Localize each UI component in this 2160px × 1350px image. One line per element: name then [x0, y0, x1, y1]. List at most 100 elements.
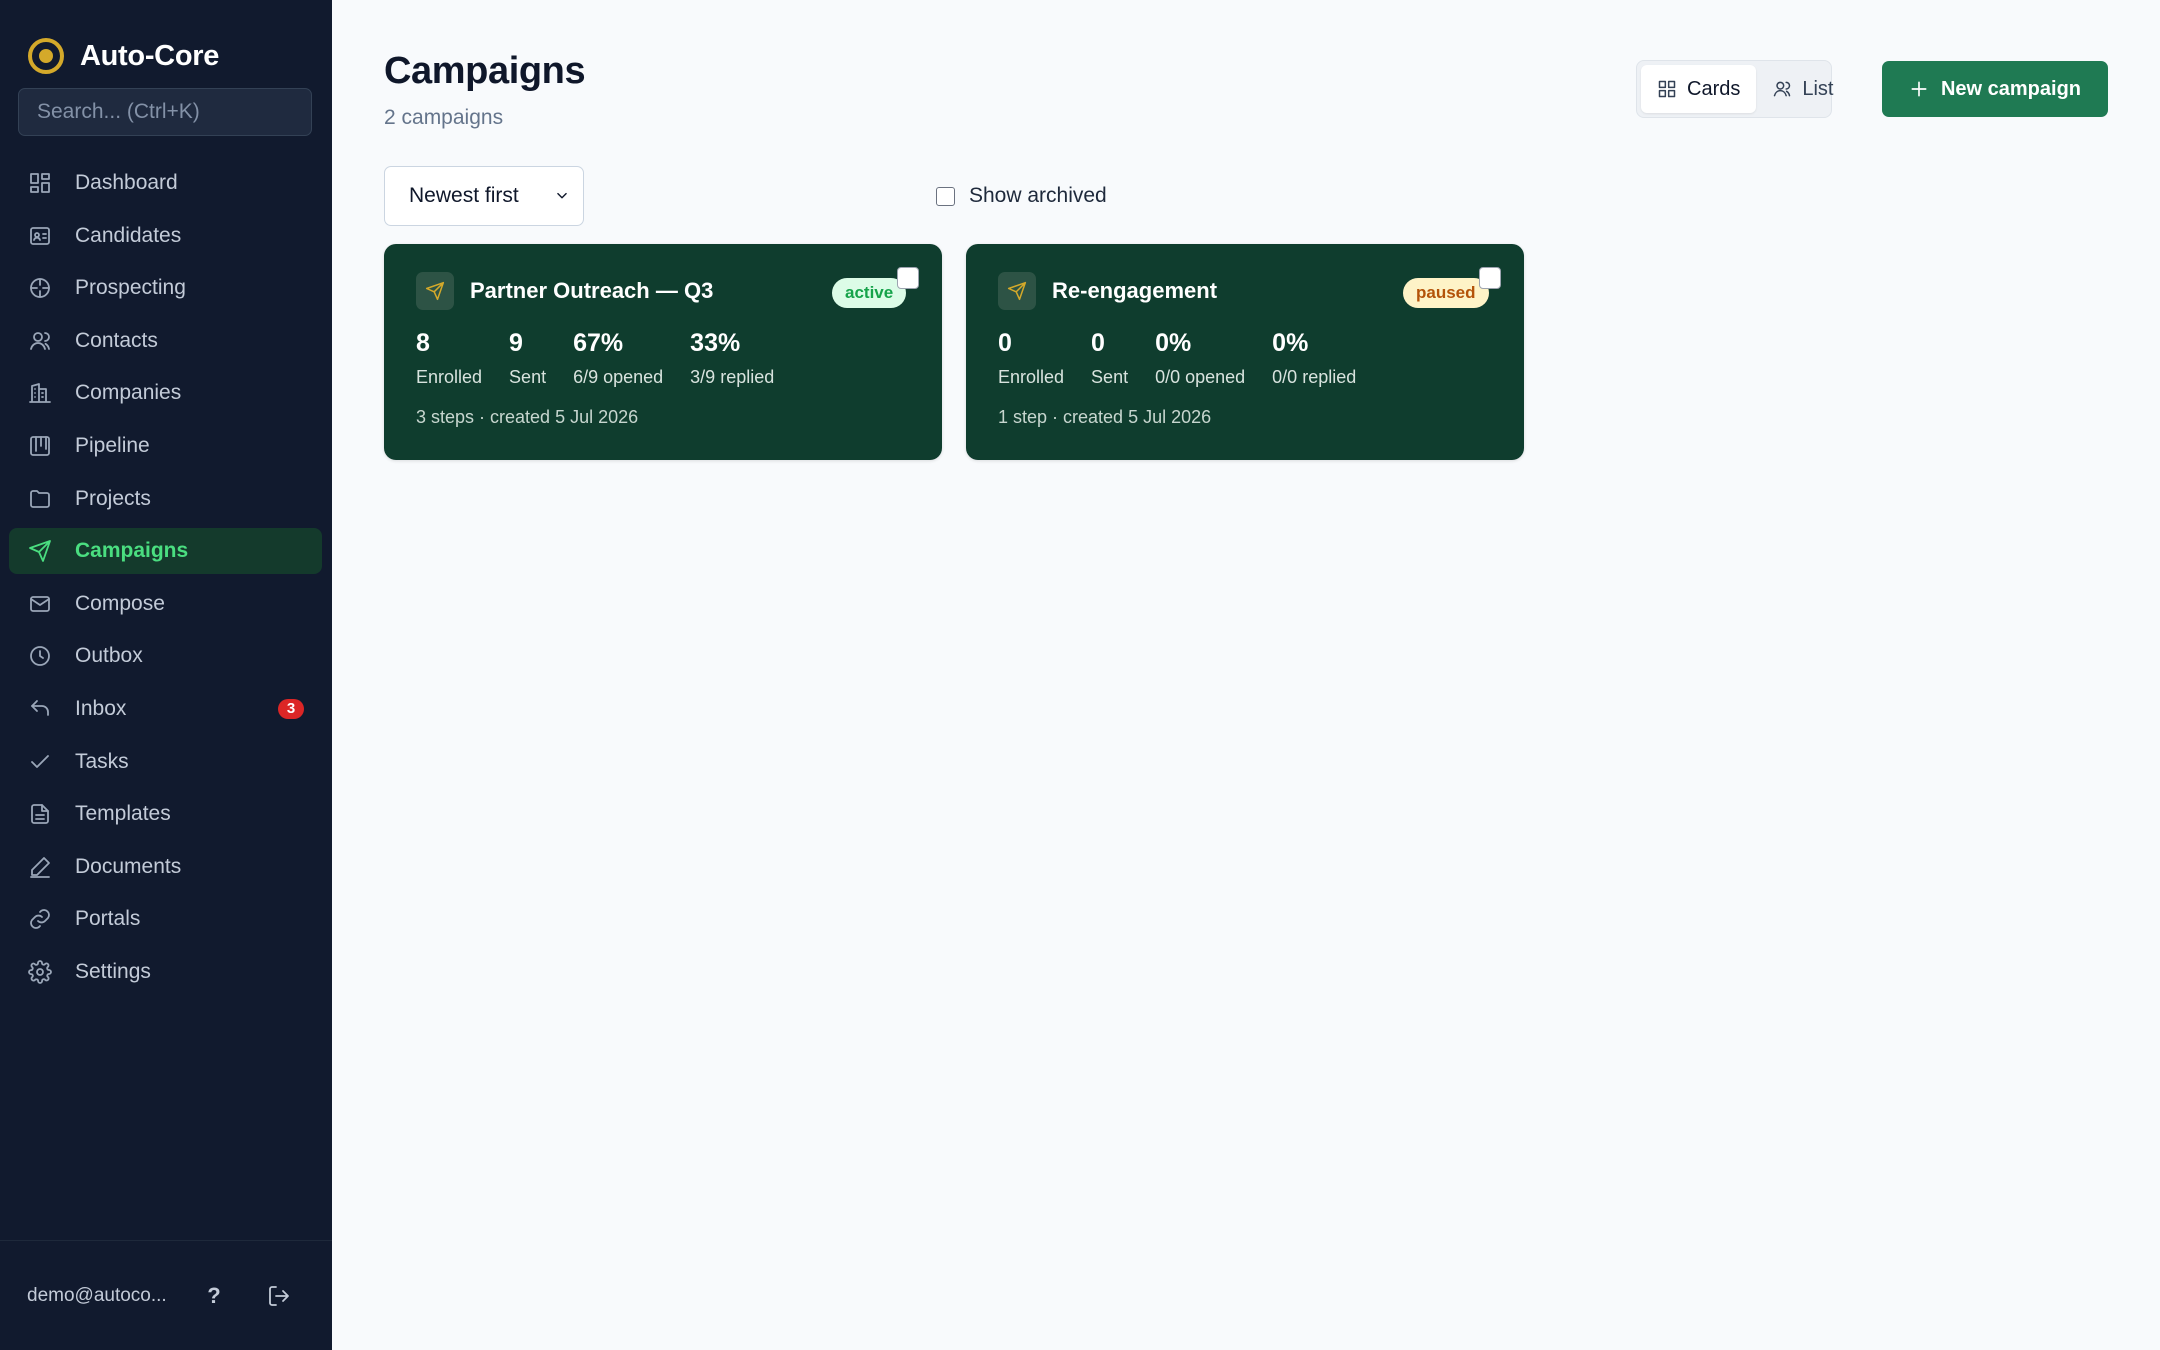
- new-campaign-label: New campaign: [1940, 77, 2082, 100]
- user-email[interactable]: demo@autoco...: [27, 1285, 177, 1307]
- building-icon: [27, 380, 53, 406]
- brand-name: Auto-Core: [80, 39, 220, 72]
- inbox-count-badge: 3: [278, 698, 304, 719]
- sidebar-item-outbox[interactable]: Outbox: [9, 633, 322, 679]
- dashboard-icon: [27, 170, 53, 196]
- stat-replied: 33% 3/9 replied: [690, 329, 775, 388]
- stat-enrolled: 8 Enrolled: [416, 329, 483, 388]
- sidebar-footer: demo@autoco... ?: [0, 1240, 332, 1350]
- stat-label: Sent: [509, 366, 547, 387]
- sidebar-item-label: Templates: [75, 802, 171, 826]
- campaign-card-header: Re-engagement: [998, 272, 1217, 310]
- status-badge: active: [832, 278, 907, 308]
- view-cards-button[interactable]: Cards: [1641, 65, 1757, 113]
- sidebar-item-inbox[interactable]: Inbox 3: [9, 686, 322, 732]
- stat-enrolled: 0 Enrolled: [998, 329, 1065, 388]
- sidebar-item-prospecting[interactable]: Prospecting: [9, 265, 322, 311]
- page-title: Campaigns: [384, 50, 586, 92]
- campaign-select-checkbox[interactable]: [1479, 267, 1501, 289]
- stat-sent: 0 Sent: [1091, 329, 1129, 388]
- check-icon: [27, 749, 53, 775]
- sidebar-item-templates[interactable]: Templates: [9, 791, 322, 837]
- brand[interactable]: Auto-Core: [0, 0, 332, 86]
- sort-select[interactable]: Newest first: [384, 166, 584, 226]
- sidebar-item-campaigns[interactable]: Campaigns: [9, 528, 322, 575]
- file-icon: [27, 801, 53, 827]
- mail-icon: [27, 591, 53, 617]
- campaign-name: Partner Outreach — Q3: [470, 278, 714, 303]
- send-icon: [416, 272, 454, 310]
- stat-label: Enrolled: [998, 366, 1065, 387]
- new-campaign-button[interactable]: New campaign: [1882, 61, 2108, 117]
- id-card-icon: [27, 223, 53, 249]
- folder-icon: [27, 486, 53, 512]
- sidebar: Auto-Core Dashboard Candidates Prospecti…: [0, 0, 332, 1350]
- sidebar-item-dashboard[interactable]: Dashboard: [9, 160, 322, 206]
- campaign-card-header: Partner Outreach — Q3: [416, 272, 713, 310]
- campaign-name: Re-engagement: [1052, 278, 1218, 303]
- plus-icon: [1911, 81, 1927, 97]
- crosshair-icon: [27, 275, 53, 301]
- sidebar-item-label: Outbox: [75, 644, 143, 668]
- logout-button[interactable]: [267, 1283, 293, 1309]
- main-content: Campaigns 2 campaigns Cards List New cam…: [332, 0, 2160, 1350]
- campaign-select-checkbox[interactable]: [897, 267, 919, 289]
- grid-icon: [1658, 80, 1676, 98]
- chevron-down-icon: [557, 192, 567, 199]
- sidebar-nav: Dashboard Candidates Prospecting Contact…: [0, 160, 332, 1002]
- clock-icon: [27, 643, 53, 669]
- search-input[interactable]: [18, 88, 312, 136]
- send-icon: [998, 272, 1036, 310]
- brand-logo-icon: [28, 38, 64, 74]
- sidebar-item-label: Compose: [75, 591, 165, 615]
- campaign-meta: 3 steps · created 5 Jul 2026: [416, 407, 639, 427]
- stat-sent: 9 Sent: [509, 329, 547, 388]
- stat-value: 9: [509, 329, 523, 357]
- campaign-card[interactable]: Re-engagement paused 0 Enrolled 0 Sent 0…: [966, 244, 1524, 460]
- stat-label: 6/9 opened: [573, 366, 664, 387]
- stat-value: 0%: [1155, 329, 1192, 357]
- stat-value: 8: [416, 329, 430, 357]
- sidebar-item-label: Candidates: [75, 223, 182, 247]
- sidebar-item-label: Pipeline: [75, 433, 150, 457]
- sidebar-item-documents[interactable]: Documents: [9, 844, 322, 890]
- stat-value: 67%: [573, 329, 624, 357]
- sidebar-item-projects[interactable]: Projects: [9, 476, 322, 522]
- sidebar-item-label: Projects: [75, 486, 151, 510]
- pen-icon: [27, 854, 53, 880]
- sidebar-item-compose[interactable]: Compose: [9, 581, 322, 627]
- stat-value: 0%: [1272, 329, 1309, 357]
- sidebar-item-pipeline[interactable]: Pipeline: [9, 423, 322, 469]
- sidebar-item-companies[interactable]: Companies: [9, 370, 322, 416]
- sidebar-item-label: Settings: [75, 959, 151, 983]
- sidebar-item-label: Contacts: [75, 328, 158, 352]
- stat-label: Sent: [1091, 366, 1129, 387]
- view-list-button[interactable]: List: [1756, 65, 1849, 113]
- sidebar-item-contacts[interactable]: Contacts: [9, 318, 322, 364]
- help-button[interactable]: ?: [201, 1283, 227, 1309]
- view-list-label: List: [1802, 77, 1834, 100]
- sidebar-item-candidates[interactable]: Candidates: [9, 213, 322, 259]
- stat-label: Enrolled: [416, 366, 483, 387]
- stat-label: 0/0 opened: [1155, 366, 1246, 387]
- sidebar-item-label: Dashboard: [75, 171, 178, 194]
- stat-label: 3/9 replied: [690, 366, 775, 387]
- show-archived-checkbox[interactable]: [936, 186, 955, 206]
- app-root: Auto-Core Dashboard Candidates Prospecti…: [0, 0, 2160, 1350]
- campaign-meta: 1 step · created 5 Jul 2026: [998, 407, 1212, 427]
- campaign-card[interactable]: Partner Outreach — Q3 active 8 Enrolled …: [384, 244, 942, 460]
- campaign-count: 2 campaigns: [384, 106, 504, 129]
- stat-label: 0/0 replied: [1272, 366, 1357, 387]
- campaign-stats: 8 Enrolled 9 Sent 67% 6/9 opened 33% 3/9…: [416, 329, 801, 388]
- stat-value: 0: [998, 329, 1012, 357]
- show-archived-toggle[interactable]: Show archived: [936, 184, 1107, 208]
- sidebar-item-portals[interactable]: Portals: [9, 896, 322, 942]
- stat-opened: 0% 0/0 opened: [1155, 329, 1246, 388]
- sidebar-item-label: Prospecting: [75, 276, 186, 300]
- stat-value: 33%: [690, 329, 741, 357]
- sidebar-item-label: Tasks: [75, 749, 129, 773]
- stat-opened: 67% 6/9 opened: [573, 329, 664, 388]
- link-icon: [27, 906, 53, 932]
- sidebar-item-tasks[interactable]: Tasks: [9, 739, 322, 785]
- sidebar-item-settings[interactable]: Settings: [9, 949, 322, 995]
